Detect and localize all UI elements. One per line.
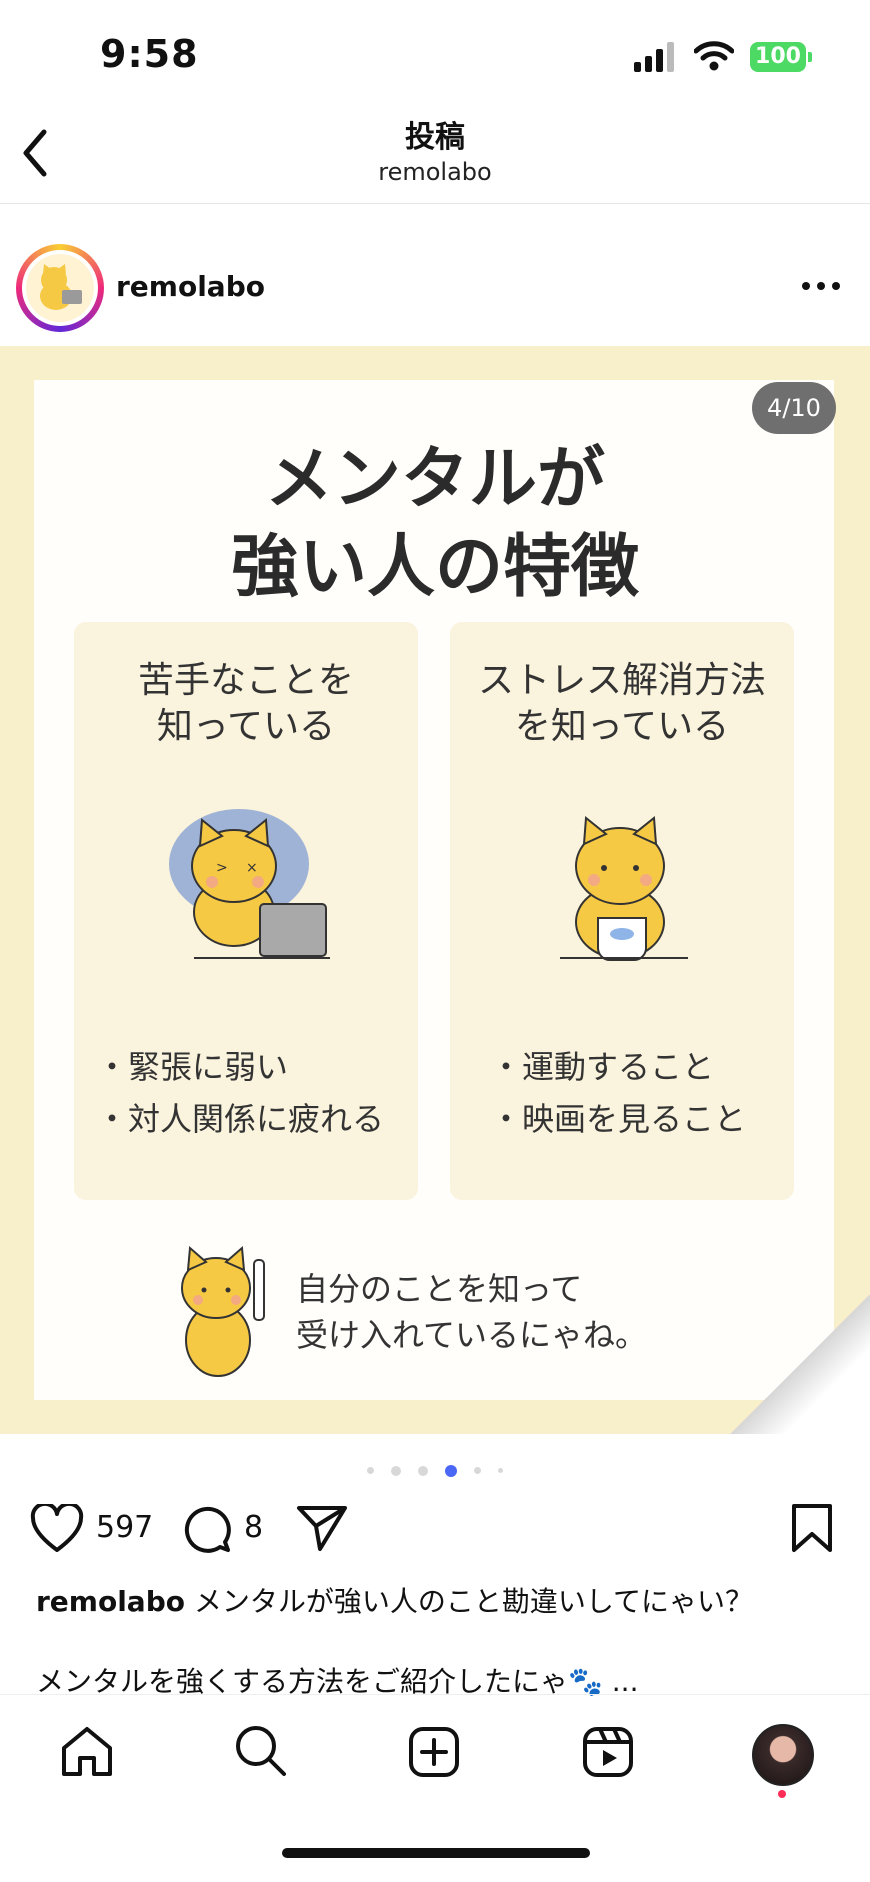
left-panel-title: 苦手なことを 知っている <box>137 660 354 747</box>
cat-thumbsup-icon <box>181 1245 265 1377</box>
more-icon[interactable] <box>800 280 842 292</box>
signal-icon <box>634 42 674 72</box>
carousel-dot <box>498 1468 504 1473</box>
left-panel: 苦手なことを 知っている > × ・緊張に弱い ・対人関係に疲れる <box>74 622 418 1200</box>
carousel-indicator <box>0 1460 870 1479</box>
carousel-dot-active <box>445 1464 458 1477</box>
page-subtitle: remolabo <box>378 158 492 186</box>
carousel-dot <box>390 1465 401 1476</box>
battery-indicator: 100 <box>750 42 806 72</box>
page-title: 投稿 <box>405 120 465 155</box>
right-panel-title: ストレス解消方法 を知っている <box>477 660 766 747</box>
svg-text:×: × <box>246 860 258 876</box>
right-bullet-1: ・運動すること <box>490 1048 715 1086</box>
notification-dot <box>778 1790 786 1798</box>
create-icon[interactable] <box>408 1726 460 1778</box>
left-bullet-1: ・緊張に弱い <box>96 1048 289 1086</box>
like-count[interactable]: 597 <box>96 1510 153 1545</box>
left-bullet-2: ・対人関係に疲れる <box>96 1100 385 1138</box>
wifi-icon <box>694 41 734 71</box>
search-icon[interactable] <box>234 1724 288 1778</box>
post-image[interactable]: 4/10 メンタルが 強い人の特徴 苦手なことを 知っている > × ・緊張に弱… <box>0 346 870 1434</box>
caption: remolabo メンタルが強い人のこと勘違いしてにゃい？ <box>36 1582 856 1622</box>
status-time: 9:58 <box>100 32 199 76</box>
caption-username[interactable]: remolabo <box>36 1585 185 1618</box>
carousel-dot <box>417 1465 428 1476</box>
image-bottom-text: 自分のことを知って 受け入れているにゃね。 <box>296 1270 648 1354</box>
right-panel: ストレス解消方法 を知っている ・運動すること ・映画を見ること <box>450 622 794 1200</box>
header-divider <box>0 203 870 204</box>
heart-icon[interactable] <box>30 1504 84 1554</box>
profile-tab-avatar[interactable] <box>752 1724 814 1786</box>
image-title-line2: 強い人の特徴 <box>230 528 639 607</box>
post-username[interactable]: remolabo <box>116 270 265 303</box>
comment-icon[interactable] <box>182 1504 232 1554</box>
image-title: メンタルが 強い人の特徴 <box>0 436 870 612</box>
avatar[interactable] <box>26 254 94 322</box>
cat-coffee-icon <box>560 816 688 961</box>
comment-count[interactable]: 8 <box>244 1510 263 1545</box>
image-title-line1: メンタルが <box>264 440 605 519</box>
home-indicator <box>282 1848 590 1858</box>
caption-text: メンタルが強い人のこと勘違いしてにゃい？ <box>193 1585 754 1618</box>
carousel-dot <box>474 1467 482 1474</box>
share-icon[interactable] <box>296 1504 348 1552</box>
svg-text:>: > <box>216 860 228 876</box>
bookmark-icon[interactable] <box>790 1502 834 1554</box>
avatar-cat-icon <box>40 264 82 310</box>
nav-divider <box>0 1694 870 1695</box>
carousel-dot <box>366 1467 374 1474</box>
right-bullet-2: ・映画を見ること <box>490 1100 747 1138</box>
reels-icon[interactable] <box>582 1726 634 1778</box>
battery-cap <box>808 52 812 62</box>
page-curl <box>730 1294 870 1434</box>
home-icon[interactable] <box>60 1726 114 1778</box>
cat-laptop-icon: > × <box>169 809 330 959</box>
image-counter: 4/10 <box>752 382 836 434</box>
